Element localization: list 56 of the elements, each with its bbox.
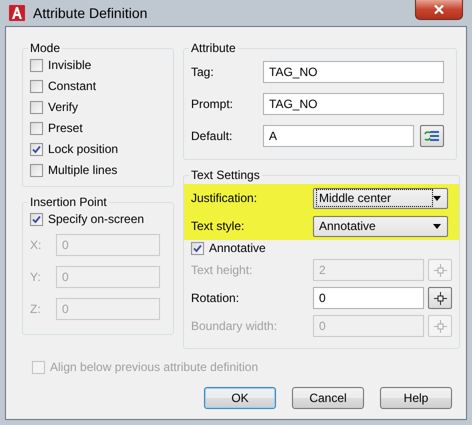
dialog-button[interactable]: OK xyxy=(204,387,276,409)
checkbox[interactable] xyxy=(30,164,43,176)
insert-field-button[interactable] xyxy=(420,125,444,147)
input-field[interactable]: TAG_NO xyxy=(263,93,444,115)
field-label: Y: xyxy=(30,270,42,284)
field-label: Default: xyxy=(191,129,234,143)
crosshair-icon xyxy=(434,320,446,332)
crosshair-icon xyxy=(434,264,446,276)
checkbox-label: Constant xyxy=(48,79,96,93)
check-icon xyxy=(32,144,41,154)
checkbox[interactable] xyxy=(30,122,43,134)
checkbox[interactable] xyxy=(30,142,43,156)
pick-point-button[interactable] xyxy=(428,287,452,309)
field-label: Boundary width: xyxy=(191,319,278,333)
group-title: Attribute xyxy=(190,41,237,55)
field-label: Prompt: xyxy=(191,97,234,111)
field-label: Text height: xyxy=(191,263,254,277)
field-label: Z: xyxy=(30,302,42,316)
group-title: Mode xyxy=(29,41,62,55)
checkbox[interactable] xyxy=(30,80,43,92)
checkbox-label: Verify xyxy=(48,100,78,114)
crosshair-icon xyxy=(434,292,446,304)
app-logo-icon xyxy=(9,5,25,21)
check-icon xyxy=(193,244,202,252)
checkbox[interactable] xyxy=(30,212,43,226)
close-icon xyxy=(434,5,444,14)
field-label: X: xyxy=(30,238,42,252)
dropdown[interactable]: Middle center xyxy=(313,188,448,208)
dialog-button[interactable]: Help xyxy=(380,387,452,409)
dropdown-arrow-icon xyxy=(433,224,441,228)
checkbox-label: Multiple lines xyxy=(48,163,118,177)
group-title: Insertion Point xyxy=(29,195,108,209)
dropdown-arrow-icon xyxy=(433,196,441,200)
dialog-button[interactable]: Cancel xyxy=(292,387,364,409)
checkbox[interactable] xyxy=(30,58,43,72)
window-title: Attribute Definition xyxy=(33,5,148,21)
checkbox-label: Lock position xyxy=(48,142,118,156)
checkbox-label: Align below previous attribute definition xyxy=(50,360,258,374)
checkbox-label: Preset xyxy=(48,121,83,135)
close-button[interactable] xyxy=(415,0,463,20)
input-field[interactable]: A xyxy=(263,125,414,147)
checkbox-label: Invisible xyxy=(48,58,92,72)
check-icon xyxy=(32,214,41,224)
checkbox-label: Annotative xyxy=(209,241,266,255)
group-title: Text Settings xyxy=(190,168,261,182)
input-field[interactable]: TAG_NO xyxy=(263,61,444,83)
checkbox-label: Specify on-screen xyxy=(48,212,144,226)
field-label: Text style: xyxy=(191,219,246,233)
field-label: Rotation: xyxy=(191,291,240,305)
field-label: Justification: xyxy=(191,191,258,205)
field-list-icon xyxy=(424,129,440,143)
input-field[interactable]: 0 xyxy=(313,287,424,309)
dropdown[interactable]: Annotative xyxy=(313,216,448,236)
checkbox[interactable] xyxy=(30,100,43,114)
field-label: Tag: xyxy=(191,65,215,79)
checkbox[interactable] xyxy=(191,242,204,254)
